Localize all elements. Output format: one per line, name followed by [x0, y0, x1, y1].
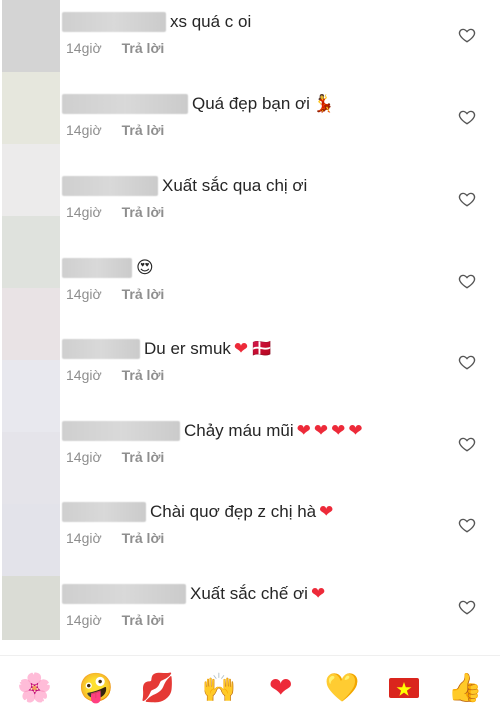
- reply-button[interactable]: Trả lời: [122, 612, 165, 628]
- comment-text-content: Xuất sắc chế ơi: [190, 584, 308, 603]
- cherry-blossom-glyph: 🌸: [17, 671, 53, 704]
- comment-item: Xuất sắc qua chị ơi 14giờ Trả lời: [0, 168, 500, 250]
- zany-face-glyph: 🤪: [78, 671, 114, 704]
- like-heart-icon[interactable]: [458, 272, 476, 290]
- like-heart-icon[interactable]: [458, 353, 476, 371]
- comment-meta: 14giờ Trả lời: [66, 40, 164, 56]
- comment-text-content: Chảy máu mũi: [184, 421, 294, 440]
- username-blurred[interactable]: [62, 502, 146, 522]
- comment-item: xs quá c oi 14giờ Trả lời: [0, 4, 500, 86]
- comment-timestamp: 14giờ: [66, 449, 102, 465]
- reply-button[interactable]: Trả lời: [122, 122, 165, 138]
- like-heart-icon[interactable]: [458, 190, 476, 208]
- divider: [0, 655, 500, 656]
- like-heart-icon[interactable]: [458, 435, 476, 453]
- comment-body: Xuất sắc qua chị ơi: [62, 174, 307, 198]
- reply-button[interactable]: Trả lời: [122, 40, 165, 56]
- username-blurred[interactable]: [62, 176, 158, 196]
- like-heart-icon[interactable]: [458, 516, 476, 534]
- comment-item: 😍 14giờ Trả lời: [0, 250, 500, 332]
- comment-body: Chài quơ đẹp z chị hà ❤: [62, 500, 333, 524]
- reply-button[interactable]: Trả lời: [122, 286, 165, 302]
- comment-text: Quá đẹp bạn ơi 💃: [192, 94, 334, 114]
- reply-button[interactable]: Trả lời: [122, 449, 165, 465]
- username-blurred[interactable]: [62, 339, 140, 359]
- comment-meta: 14giờ Trả lời: [66, 367, 164, 383]
- zany-face-icon[interactable]: 🤪: [74, 666, 118, 710]
- comment-text-content: Quá đẹp bạn ơi: [192, 94, 310, 113]
- vietnam-flag-icon[interactable]: [382, 666, 426, 710]
- kiss-mark-icon[interactable]: 💋: [136, 666, 180, 710]
- reply-button[interactable]: Trả lời: [122, 204, 165, 220]
- username-blurred[interactable]: [62, 584, 186, 604]
- username-blurred[interactable]: [62, 258, 132, 278]
- comment-emoji: ❤: [233, 338, 249, 359]
- yellow-heart-glyph: 💛: [324, 671, 360, 704]
- comment-item: Chảy máu mũi ❤ ❤ ❤ ❤ 14giờ Trả lời: [0, 413, 500, 495]
- red-heart-icon[interactable]: ❤: [259, 666, 303, 710]
- reply-button[interactable]: Trả lời: [122, 530, 165, 546]
- raising-hands-glyph: 🙌: [201, 671, 237, 704]
- comment-meta: 14giờ Trả lời: [66, 286, 164, 302]
- comment-item: Du er smuk ❤ 🇩🇰 14giờ Trả lời: [0, 331, 500, 413]
- cherry-blossom-icon[interactable]: 🌸: [13, 666, 57, 710]
- comment-text: Xuất sắc chế ơi ❤: [190, 584, 325, 604]
- comment-timestamp: 14giờ: [66, 612, 102, 628]
- comment-body: 😍: [62, 256, 154, 280]
- thumbs-up-glyph: 👍: [447, 671, 483, 704]
- comment-emoji: ❤: [331, 420, 346, 441]
- comment-text-content: Xuất sắc qua chị ơi: [162, 176, 308, 195]
- comment-emoji: ❤: [310, 583, 326, 604]
- comment-meta: 14giờ Trả lời: [66, 530, 164, 546]
- kiss-mark-glyph: 💋: [140, 671, 176, 704]
- raising-hands-icon[interactable]: 🙌: [197, 666, 241, 710]
- comment-meta: 14giờ Trả lời: [66, 612, 164, 628]
- comment-item: Quá đẹp bạn ơi 💃 14giờ Trả lời: [0, 86, 500, 168]
- comment-emoji: ❤: [313, 420, 329, 441]
- comment-text-content: Chài quơ đẹp z chị hà: [150, 502, 317, 521]
- comment-text: 😍: [136, 257, 154, 278]
- comment-emoji: 🇩🇰: [251, 338, 273, 359]
- comment-emoji: ❤: [296, 420, 311, 441]
- comment-text: Du er smuk ❤ 🇩🇰: [144, 339, 272, 359]
- username-blurred[interactable]: [62, 94, 188, 114]
- comment-body: Xuất sắc chế ơi ❤: [62, 582, 325, 606]
- comment-meta: 14giờ Trả lời: [66, 122, 164, 138]
- comment-body: Du er smuk ❤ 🇩🇰: [62, 337, 272, 361]
- comment-list: xs quá c oi 14giờ Trả lời Quá đẹp bạn ơi 💃 14…: [0, 0, 500, 640]
- emoji-reaction-bar: 🌸 🤪 💋 🙌 ❤ 💛 👍: [0, 664, 500, 712]
- username-blurred[interactable]: [62, 421, 180, 441]
- comment-text-content: xs quá c oi: [170, 12, 252, 31]
- red-heart-glyph: ❤: [269, 671, 293, 704]
- reply-button[interactable]: Trả lời: [122, 367, 165, 383]
- comment-meta: 14giờ Trả lời: [66, 449, 164, 465]
- comment-timestamp: 14giờ: [66, 122, 102, 138]
- comment-item: Chài quơ đẹp z chị hà ❤ 14giờ Trả lời: [0, 494, 500, 576]
- comment-text-content: Du er smuk: [144, 339, 231, 358]
- comment-timestamp: 14giờ: [66, 204, 102, 220]
- comment-text: Xuất sắc qua chị ơi: [162, 176, 307, 196]
- comment-emoji: ❤: [319, 501, 334, 522]
- comment-emoji: 😍: [136, 257, 154, 278]
- comment-body: Chảy máu mũi ❤ ❤ ❤ ❤: [62, 419, 363, 443]
- comment-item: Xuất sắc chế ơi ❤ 14giờ Trả lời: [0, 576, 500, 658]
- like-heart-icon[interactable]: [458, 598, 476, 616]
- comment-emoji: 💃: [312, 93, 335, 114]
- comment-text: Chài quơ đẹp z chị hà ❤: [150, 502, 333, 522]
- thumbs-up-icon[interactable]: 👍: [443, 666, 487, 710]
- comment-body: Quá đẹp bạn ơi 💃: [62, 92, 334, 116]
- like-heart-icon[interactable]: [458, 108, 476, 126]
- comment-timestamp: 14giờ: [66, 530, 102, 546]
- comment-timestamp: 14giờ: [66, 286, 102, 302]
- yellow-heart-icon[interactable]: 💛: [320, 666, 364, 710]
- comment-meta: 14giờ Trả lời: [66, 204, 164, 220]
- comment-timestamp: 14giờ: [66, 367, 102, 383]
- comment-emoji: ❤: [348, 420, 363, 441]
- like-heart-icon[interactable]: [458, 26, 476, 44]
- username-blurred[interactable]: [62, 12, 166, 32]
- comment-text: Chảy máu mũi ❤ ❤ ❤ ❤: [184, 421, 363, 441]
- comment-text: xs quá c oi: [170, 12, 251, 32]
- comment-body: xs quá c oi: [62, 10, 251, 34]
- comment-timestamp: 14giờ: [66, 40, 102, 56]
